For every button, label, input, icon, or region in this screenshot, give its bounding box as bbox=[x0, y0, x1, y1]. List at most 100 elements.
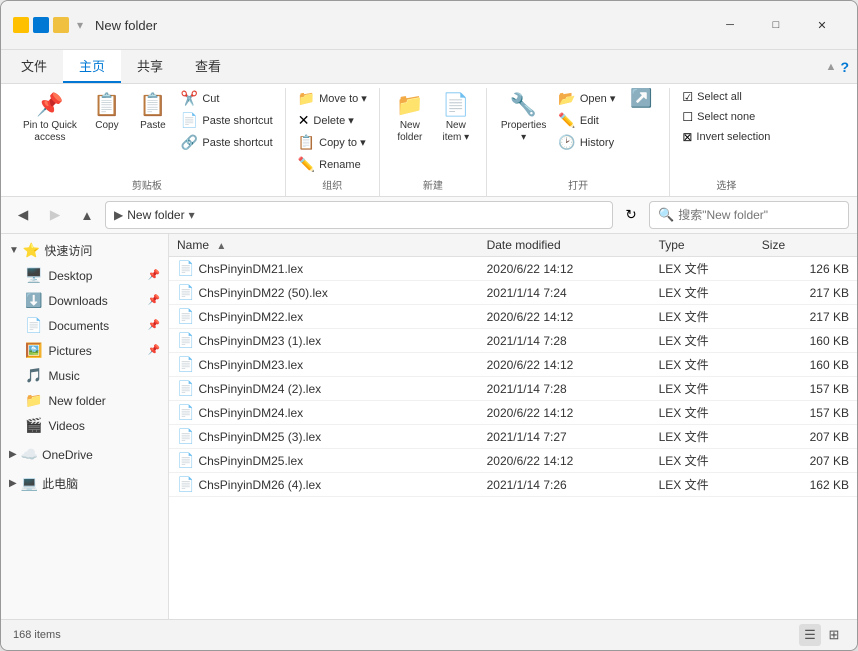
paste-shortcut-button[interactable]: 🔗 Paste shortcut bbox=[177, 132, 277, 153]
tab-share[interactable]: 共享 bbox=[121, 50, 179, 83]
new-folder-icon: 📁 bbox=[396, 92, 423, 118]
column-header-size[interactable]: Size bbox=[754, 234, 857, 257]
sidebar-section-header-quick-access[interactable]: ▼ ⭐ 快速访问 bbox=[1, 238, 168, 263]
tab-bar: 文件 主页 共享 查看 ▲ ? bbox=[1, 50, 857, 84]
file-size: 162 KB bbox=[754, 473, 857, 497]
new-content: 📁 Newfolder 📄 Newitem ▾ bbox=[388, 88, 478, 175]
column-header-date[interactable]: Date modified bbox=[479, 234, 651, 257]
sidebar-item-pictures[interactable]: 🖼️ Pictures 📌 bbox=[1, 338, 168, 363]
open-extra: ↗️ bbox=[621, 88, 661, 109]
file-size: 160 KB bbox=[754, 353, 857, 377]
tab-file[interactable]: 文件 bbox=[5, 50, 63, 83]
file-name: ChsPinyinDM21.lex bbox=[198, 262, 303, 276]
paste-button[interactable]: 📋 Paste bbox=[131, 88, 175, 136]
status-item-count: 168 items bbox=[13, 629, 61, 641]
file-type: LEX 文件 bbox=[651, 425, 754, 449]
file-name-cell: 📄 ChsPinyinDM26 (4).lex bbox=[169, 473, 479, 497]
sidebar-item-documents[interactable]: 📄 Documents 📌 bbox=[1, 313, 168, 338]
properties-button[interactable]: 🔧 Properties▾ bbox=[495, 88, 553, 148]
history-label: History bbox=[580, 137, 614, 149]
file-size: 126 KB bbox=[754, 257, 857, 281]
forward-button[interactable]: ▶ bbox=[41, 201, 69, 229]
file-name-cell: 📄 ChsPinyinDM24.lex bbox=[169, 401, 479, 425]
breadcrumb-dropdown[interactable]: ▾ bbox=[189, 208, 195, 222]
new-folder-label: Newfolder bbox=[397, 120, 422, 144]
up-button[interactable]: ▲ bbox=[73, 201, 101, 229]
new-item-button[interactable]: 📄 Newitem ▾ bbox=[434, 88, 478, 148]
maximize-button[interactable]: □ bbox=[753, 9, 799, 41]
ribbon-collapse-icon: ▲ bbox=[826, 61, 837, 73]
cut-button[interactable]: ✂️ Cut bbox=[177, 88, 277, 109]
open-label: Open ▾ bbox=[580, 92, 616, 105]
tab-home[interactable]: 主页 bbox=[63, 50, 121, 83]
sidebar-section-header-this-pc[interactable]: ▶ 💻 此电脑 bbox=[1, 471, 168, 496]
close-button[interactable]: ✕ bbox=[799, 9, 845, 41]
breadcrumb-item[interactable]: New folder bbox=[127, 208, 184, 222]
desktop-pin-icon: 📌 bbox=[148, 270, 160, 281]
copy-button[interactable]: 📋 Copy bbox=[85, 88, 129, 136]
copy-to-button[interactable]: 📋 Copy to ▾ bbox=[294, 132, 371, 153]
open-button[interactable]: 📂 Open ▾ bbox=[554, 88, 619, 109]
table-row[interactable]: 📄 ChsPinyinDM21.lex 2020/6/22 14:12 LEX … bbox=[169, 257, 857, 281]
onedrive-chevron: ▶ bbox=[9, 449, 17, 460]
file-size: 207 KB bbox=[754, 425, 857, 449]
pin-icon: 📌 bbox=[36, 92, 63, 118]
new-folder-button[interactable]: 📁 Newfolder bbox=[388, 88, 432, 148]
sidebar-item-new-folder[interactable]: 📁 New folder bbox=[1, 388, 168, 413]
rename-button[interactable]: ✏️ Rename bbox=[294, 154, 371, 175]
table-row[interactable]: 📄 ChsPinyinDM25 (3).lex 2021/1/14 7:27 L… bbox=[169, 425, 857, 449]
grid-view-button[interactable]: ⊞ bbox=[823, 624, 845, 646]
videos-label: Videos bbox=[48, 419, 84, 433]
table-row[interactable]: 📄 ChsPinyinDM24.lex 2020/6/22 14:12 LEX … bbox=[169, 401, 857, 425]
pictures-label: Pictures bbox=[48, 344, 91, 358]
move-to-label: Move to ▾ bbox=[319, 92, 367, 105]
pin-to-quick-access-button[interactable]: 📌 Pin to Quickaccess bbox=[17, 88, 83, 148]
organize-buttons: 📁 Move to ▾ ✕ Delete ▾ 📋 Copy to ▾ ✏ bbox=[294, 88, 371, 175]
table-row[interactable]: 📄 ChsPinyinDM24 (2).lex 2021/1/14 7:28 L… bbox=[169, 377, 857, 401]
sidebar-item-videos[interactable]: 🎬 Videos bbox=[1, 413, 168, 438]
move-to-button[interactable]: 📁 Move to ▾ bbox=[294, 88, 371, 109]
help-icon[interactable]: ? bbox=[840, 59, 849, 75]
minimize-button[interactable]: ─ bbox=[707, 9, 753, 41]
back-button[interactable]: ◀ bbox=[9, 201, 37, 229]
file-name-cell: 📄 ChsPinyinDM23.lex bbox=[169, 353, 479, 377]
ribbon-group-organize: 📁 Move to ▾ ✕ Delete ▾ 📋 Copy to ▾ ✏ bbox=[286, 88, 380, 196]
list-view-button[interactable]: ☰ bbox=[799, 624, 821, 646]
search-input[interactable] bbox=[678, 208, 840, 222]
sidebar-section-onedrive: ▶ ☁️ OneDrive bbox=[1, 442, 168, 467]
copy-path-icon: 📄 bbox=[181, 112, 198, 129]
delete-icon: ✕ bbox=[298, 112, 310, 129]
column-header-type[interactable]: Type bbox=[651, 234, 754, 257]
table-row[interactable]: 📄 ChsPinyinDM22 (50).lex 2021/1/14 7:24 … bbox=[169, 281, 857, 305]
sidebar-item-downloads[interactable]: ⬇️ Downloads 📌 bbox=[1, 288, 168, 313]
table-row[interactable]: 📄 ChsPinyinDM26 (4).lex 2021/1/14 7:26 L… bbox=[169, 473, 857, 497]
sidebar-item-desktop[interactable]: 🖥️ Desktop 📌 bbox=[1, 263, 168, 288]
history-button[interactable]: 🕑 History bbox=[554, 132, 619, 153]
downloads-label: Downloads bbox=[48, 294, 107, 308]
delete-button[interactable]: ✕ Delete ▾ bbox=[294, 110, 371, 131]
file-type: LEX 文件 bbox=[651, 473, 754, 497]
table-row[interactable]: 📄 ChsPinyinDM23.lex 2020/6/22 14:12 LEX … bbox=[169, 353, 857, 377]
select-none-button[interactable]: ☐ Select none bbox=[678, 108, 774, 126]
desktop-icon: 🖥️ bbox=[25, 267, 42, 284]
file-type: LEX 文件 bbox=[651, 257, 754, 281]
folder-icon-yellow bbox=[13, 17, 29, 33]
sort-arrow-name: ▲ bbox=[216, 241, 226, 252]
sidebar: ▼ ⭐ 快速访问 🖥️ Desktop 📌 ⬇️ Downloads 📌 📄 D… bbox=[1, 234, 169, 619]
file-date: 2021/1/14 7:28 bbox=[479, 329, 651, 353]
tab-view[interactable]: 查看 bbox=[179, 50, 237, 83]
sidebar-item-music[interactable]: 🎵 Music bbox=[1, 363, 168, 388]
sidebar-section-header-onedrive[interactable]: ▶ ☁️ OneDrive bbox=[1, 442, 168, 467]
table-row[interactable]: 📄 ChsPinyinDM22.lex 2020/6/22 14:12 LEX … bbox=[169, 305, 857, 329]
column-header-name[interactable]: Name ▲ bbox=[169, 234, 479, 257]
refresh-button[interactable]: ↻ bbox=[617, 201, 645, 229]
file-date: 2020/6/22 14:12 bbox=[479, 449, 651, 473]
select-all-button[interactable]: ☑ Select all bbox=[678, 88, 774, 106]
edit-button[interactable]: ✏️ Edit bbox=[554, 110, 619, 131]
table-row[interactable]: 📄 ChsPinyinDM23 (1).lex 2021/1/14 7:28 L… bbox=[169, 329, 857, 353]
file-icon: 📄 bbox=[177, 332, 194, 349]
invert-selection-button[interactable]: ⊠ Invert selection bbox=[678, 128, 774, 146]
copy-path-button[interactable]: 📄 Paste shortcut bbox=[177, 110, 277, 131]
table-row[interactable]: 📄 ChsPinyinDM25.lex 2020/6/22 14:12 LEX … bbox=[169, 449, 857, 473]
history-icon: 🕑 bbox=[558, 134, 575, 151]
